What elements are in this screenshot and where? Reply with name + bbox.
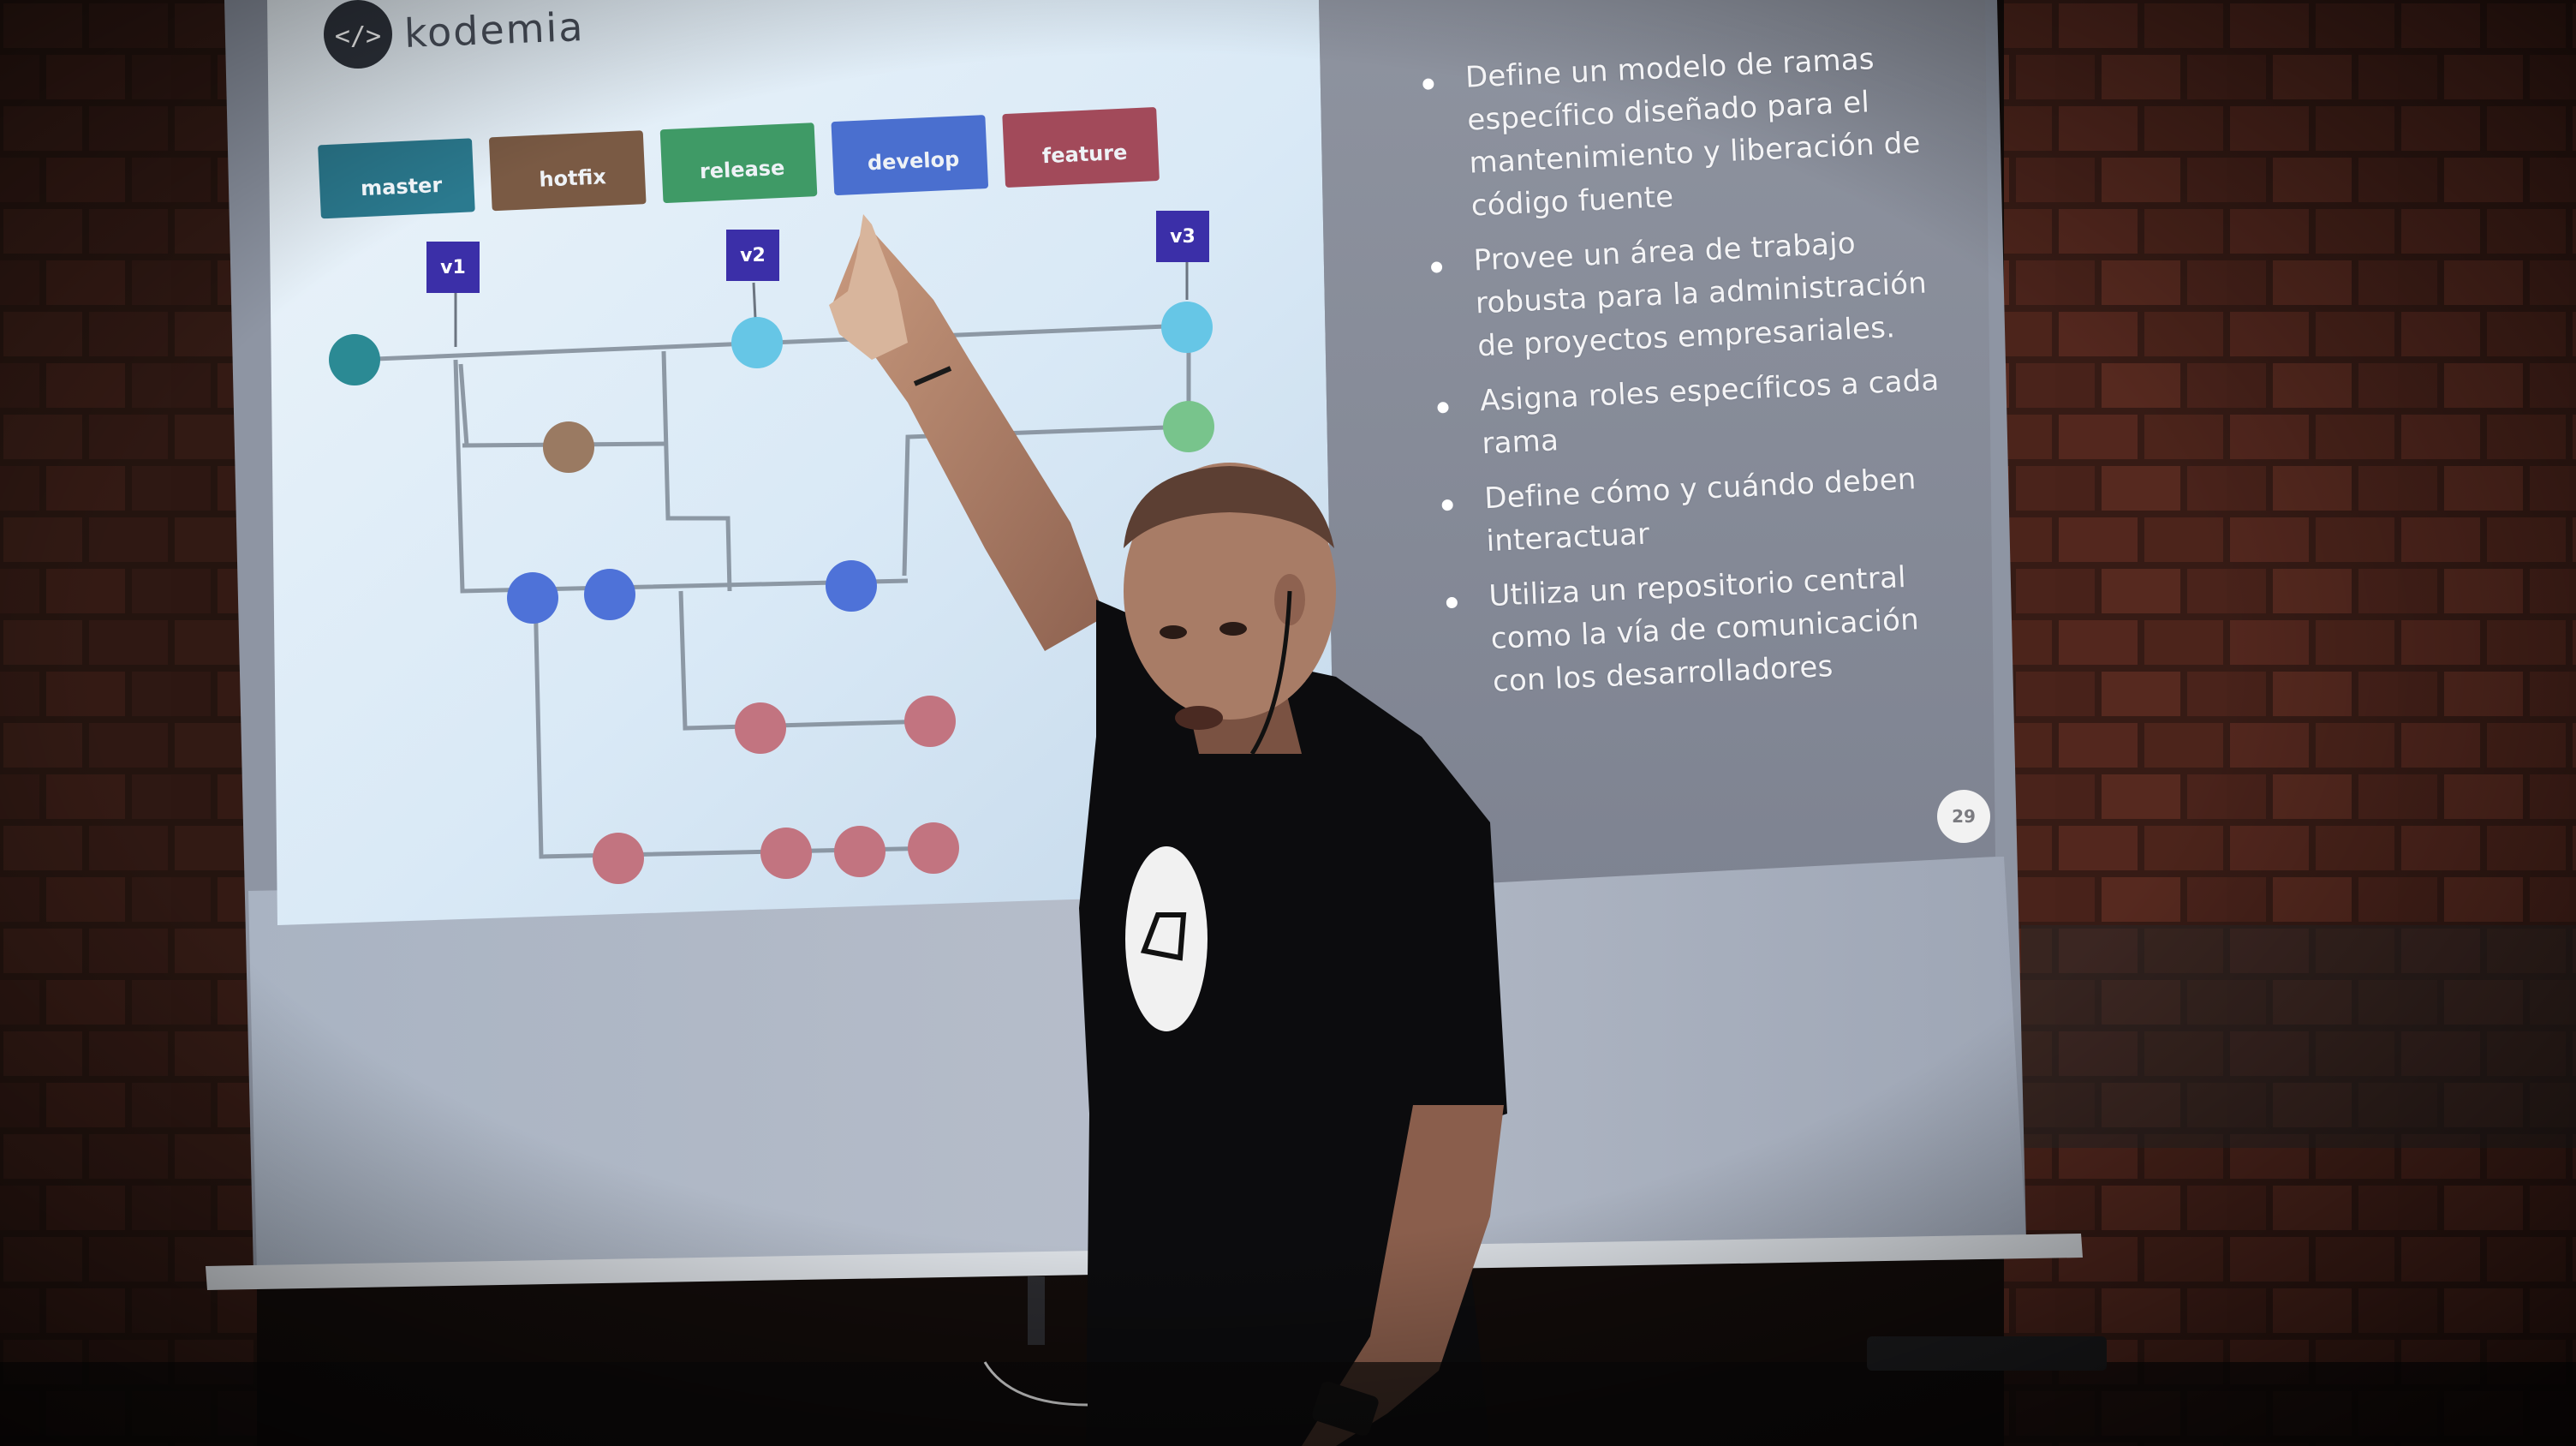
photo-scene: </> bbox=[0, 0, 2576, 1446]
